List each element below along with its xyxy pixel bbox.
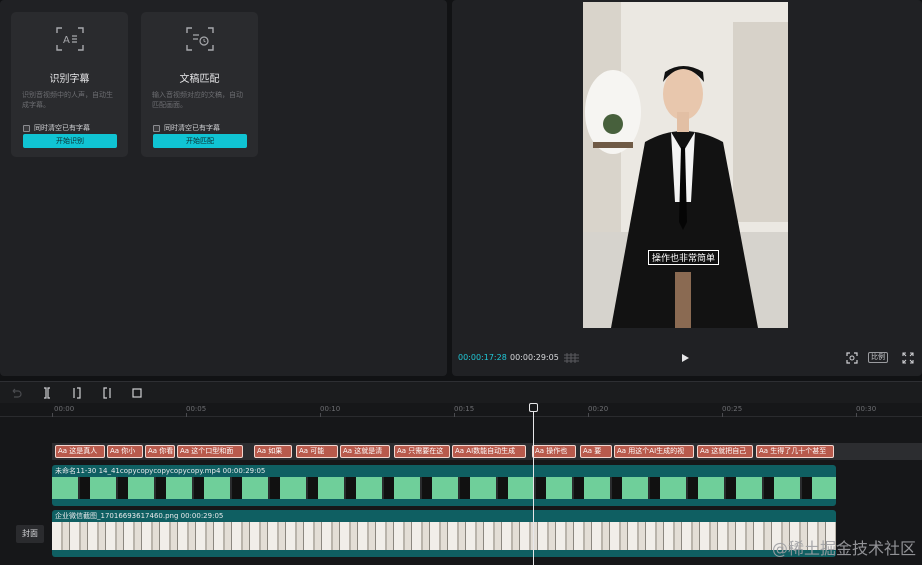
recognize-subtitle-card: A 识别字幕 识别音视频中的人声，自动生成字幕。 同时清空已有字幕 开始识别 <box>11 12 128 157</box>
aspect-ratio-button[interactable]: 比例 <box>868 352 888 363</box>
svg-text:A: A <box>63 35 70 46</box>
timeline-toolbar <box>0 381 922 403</box>
subtitle-clip[interactable]: Aa 你小 <box>107 445 143 458</box>
subtitle-clip[interactable]: Aa 可能 <box>296 445 338 458</box>
image-file-name: 企业微信截图_17016693617460.png <box>55 512 179 520</box>
ruler-label: 00:30 <box>856 405 877 413</box>
current-time: 00:00:17:28 <box>458 353 507 362</box>
subtitle-track[interactable]: Aa 这是真人 Aa 你小 Aa 你看 Aa 这个口型和面 Aa 如果 Aa 可… <box>52 443 922 460</box>
subtitle-clip[interactable]: Aa 生得了几十个甚至 <box>756 445 834 458</box>
playhead[interactable] <box>533 403 534 565</box>
checkbox-label: 同时清空已有字幕 <box>34 124 90 132</box>
ruler-label: 00:20 <box>588 405 609 413</box>
play-icon[interactable] <box>680 353 690 363</box>
subtitle-clip[interactable]: Aa AI数能自动生成 <box>452 445 526 458</box>
subtitle-recognize-icon: A <box>56 27 84 51</box>
subtitle-clip[interactable]: Aa 这就把自己 <box>697 445 753 458</box>
subtitle-caption: 操作也非常简单 <box>648 250 720 265</box>
trim-left-icon[interactable] <box>71 387 83 399</box>
card-title: 文稿匹配 <box>179 74 220 85</box>
ruler-label: 00:15 <box>454 405 475 413</box>
checkbox[interactable] <box>153 124 160 132</box>
image-thumbnails <box>52 522 836 550</box>
fit-screen-icon[interactable] <box>846 352 858 364</box>
cover-button[interactable]: 封面 <box>16 525 44 543</box>
subtitle-clip[interactable]: Aa 这就是清 <box>340 445 390 458</box>
card-title: 识别字幕 <box>49 74 90 85</box>
video-file-name: 未命名11-30 14_41copycopycopycopycopy.mp4 <box>55 467 221 475</box>
undo-icon[interactable] <box>10 387 22 399</box>
trim-right-icon[interactable] <box>101 387 113 399</box>
subtitle-clip[interactable]: Aa 这个口型和面 <box>177 445 243 458</box>
subtitle-clip[interactable]: Aa 如果 <box>254 445 292 458</box>
checkbox-label: 同时清空已有字幕 <box>164 124 220 132</box>
feature-panel: A 识别字幕 识别音视频中的人声，自动生成字幕。 同时清空已有字幕 开始识别 文… <box>0 0 447 376</box>
subtitle-clip[interactable]: Aa 这是真人 <box>55 445 105 458</box>
subtitle-clip[interactable]: Aa 操作也 <box>532 445 576 458</box>
subtitle-clip[interactable]: Aa 要 <box>580 445 612 458</box>
grid-icon[interactable] <box>564 353 579 363</box>
preview-panel: 操作也非常简单 00:00:17:28 00:00:29:05 比例 <box>452 0 922 376</box>
playhead-handle[interactable] <box>529 403 538 412</box>
image-track[interactable]: 企业微信截图_17016693617460.png 00:00:29:05 <box>52 510 836 557</box>
ruler-label: 00:25 <box>722 405 743 413</box>
clear-existing-option[interactable]: 同时清空已有字幕 <box>23 123 90 133</box>
subtitle-clip[interactable]: Aa 你看 <box>145 445 175 458</box>
ruler-label: 00:05 <box>186 405 207 413</box>
video-duration: 00:00:29:05 <box>222 467 266 475</box>
presenter-frame <box>583 2 788 328</box>
ruler-label: 00:10 <box>320 405 341 413</box>
watermark: @稀土掘金技术社区 <box>771 539 916 558</box>
start-recognize-button[interactable]: 开始识别 <box>23 134 117 148</box>
script-match-icon <box>186 27 214 51</box>
total-time: 00:00:29:05 <box>510 353 559 362</box>
script-match-card: 文稿匹配 输入音视频对应的文稿，自动匹配画面。 同时清空已有字幕 开始匹配 <box>141 12 258 157</box>
video-track[interactable]: 未命名11-30 14_41copycopycopycopycopy.mp4 0… <box>52 465 836 506</box>
subtitle-clip[interactable]: Aa 用这个AI生成的视 <box>614 445 694 458</box>
video-track-header: 未命名11-30 14_41copycopycopycopycopy.mp4 0… <box>55 466 265 476</box>
delete-icon[interactable] <box>131 387 143 399</box>
split-icon[interactable] <box>41 387 53 399</box>
image-duration: 00:00:29:05 <box>180 512 224 520</box>
checkbox[interactable] <box>23 124 30 132</box>
clear-existing-option[interactable]: 同时清空已有字幕 <box>153 123 220 133</box>
video-thumbnails <box>52 477 836 499</box>
fullscreen-icon[interactable] <box>902 352 914 364</box>
time-ruler[interactable]: 00:00 00:05 00:10 00:15 00:20 00:25 00:3… <box>0 403 922 417</box>
image-track-header: 企业微信截图_17016693617460.png 00:00:29:05 <box>55 511 223 521</box>
card-description: 识别音视频中的人声，自动生成字幕。 <box>22 91 113 109</box>
start-match-button[interactable]: 开始匹配 <box>153 134 247 148</box>
card-description: 输入音视频对应的文稿，自动匹配画面。 <box>152 91 243 109</box>
subtitle-clip[interactable]: Aa 只需要在这 <box>394 445 450 458</box>
video-preview[interactable] <box>583 2 788 328</box>
ruler-label: 00:00 <box>54 405 75 413</box>
